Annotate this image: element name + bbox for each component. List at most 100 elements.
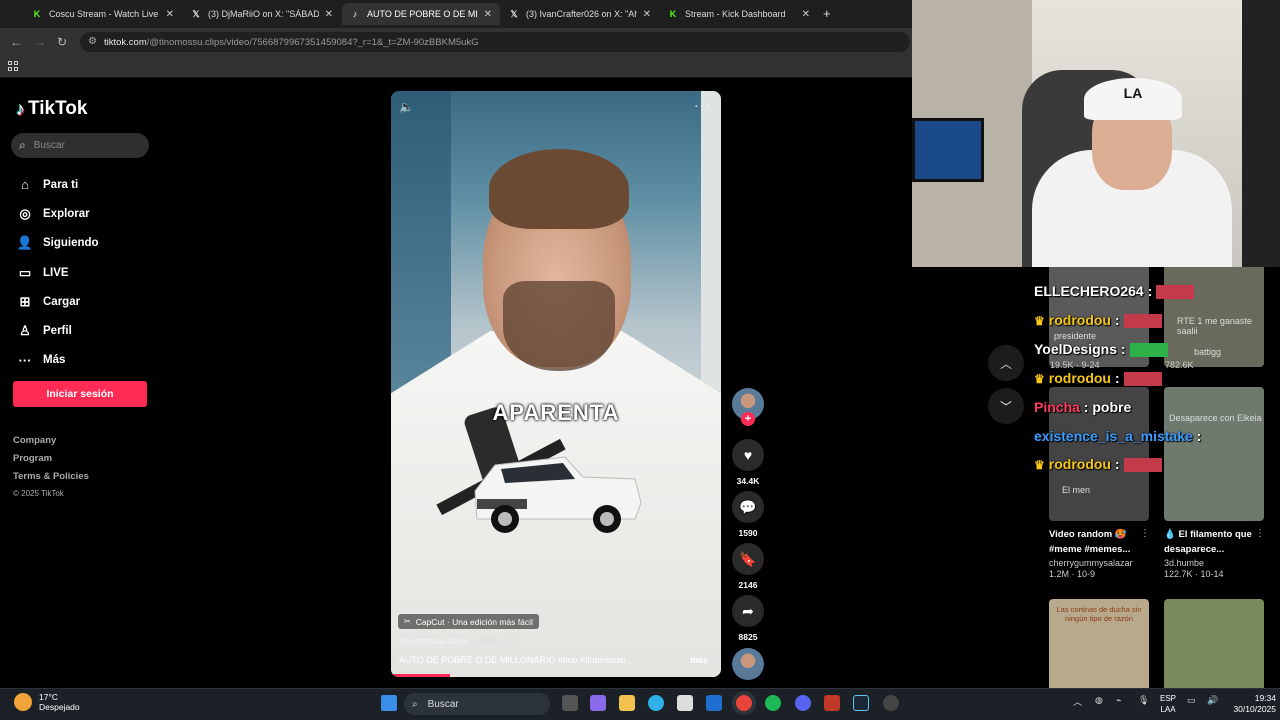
site-info-icon[interactable]: ⚙ <box>88 36 97 47</box>
chevron-up-icon[interactable]: ︿ <box>1073 695 1082 708</box>
microphone-icon[interactable]: 🎙 <box>1138 695 1149 706</box>
home-icon: ⌂ <box>21 177 29 193</box>
chat-message: ELLECHERO264 : <box>1034 283 1195 305</box>
sidebar-item-explorar[interactable]: ◎ Explorar <box>16 199 156 228</box>
taskbar-search[interactable]: ⌕ Buscar <box>404 693 550 715</box>
network-tray-icon[interactable]: ◍ <box>1095 695 1103 706</box>
obs-icon[interactable] <box>883 695 899 711</box>
chat-user: Pincha <box>1034 399 1080 415</box>
tab-2[interactable]: 𝕏 (3) DjMaRiiO on X: "SÁBADO 2 ✕ <box>183 3 341 25</box>
tiktok-note-icon: ♪ <box>16 98 25 119</box>
tab-3-active[interactable]: ♪ AUTO DE POBRE O DE MILLON ✕ <box>342 3 500 25</box>
store-icon[interactable] <box>677 695 693 711</box>
follow-plus-icon[interactable]: + <box>741 412 755 426</box>
close-icon[interactable]: ✕ <box>484 9 492 20</box>
webcam-cap: LA <box>1084 78 1182 120</box>
chrome-icon[interactable] <box>736 695 752 711</box>
tab-5[interactable]: K Stream - Kick Dashboard ✕ <box>660 3 818 25</box>
tab-4[interactable]: 𝕏 (3) IvanCrafter026 on X: "Ah bu ✕ <box>501 3 659 25</box>
login-button[interactable]: Iniciar sesión <box>13 381 147 407</box>
save-count: 2146 <box>738 580 758 590</box>
footer-link-terms[interactable]: Terms & Policies <box>13 471 89 489</box>
sidebar-item-mas[interactable]: ··· Más <box>16 346 156 375</box>
more-options-icon[interactable]: ⋮ <box>1255 528 1265 539</box>
apps-grid-icon[interactable] <box>8 61 18 71</box>
more-options-icon[interactable]: ··· <box>694 97 711 113</box>
save-button[interactable]: 🔖 2146 <box>732 543 764 590</box>
volume-icon[interactable]: 🔈 <box>399 100 414 114</box>
wifi-off-icon[interactable]: ⌁ <box>1116 695 1121 706</box>
more-options-icon[interactable]: ⋮ <box>1140 528 1150 539</box>
next-video-button[interactable]: ﹀ <box>988 388 1024 424</box>
app-icon[interactable] <box>824 695 840 711</box>
footer-link-program[interactable]: Program <box>13 453 89 471</box>
edge-icon[interactable] <box>648 695 664 711</box>
sidebar-item-perfil[interactable]: ♙ Perfil <box>16 316 156 345</box>
chat-message: existence_is_a_mistake : <box>1034 428 1202 444</box>
file-explorer-icon[interactable] <box>619 695 635 711</box>
close-icon[interactable]: ✕ <box>643 9 651 20</box>
author-avatar-button[interactable]: + <box>732 388 764 432</box>
copilot-icon[interactable] <box>590 695 606 711</box>
crown-icon: ♛ <box>1034 314 1045 328</box>
capcut-badge[interactable]: ✂ CapCut · Una edición más fácil <box>398 614 539 629</box>
footer-link-company[interactable]: Company <box>13 435 89 453</box>
profile-icon: ♙ <box>19 323 31 339</box>
post-time: · Hace 17 h <box>470 636 517 646</box>
video-user: cherrygummysalazar <box>1049 558 1133 568</box>
more-link[interactable]: más <box>690 655 708 665</box>
previous-video-button[interactable]: ︿ <box>988 345 1024 381</box>
video-user: 3d.humbe <box>1164 558 1205 568</box>
comment-button[interactable]: 💬 1590 <box>732 491 764 538</box>
nav-label: Perfil <box>43 325 72 338</box>
task-view-icon[interactable] <box>562 695 578 711</box>
system-clock[interactable]: 19:34 30/10/2025 <box>1224 693 1276 715</box>
reload-icon[interactable]: ↻ <box>57 35 67 49</box>
tab-1[interactable]: K Coscu Stream - Watch Live on K ✕ <box>24 3 182 25</box>
windows-taskbar <box>0 688 1280 720</box>
sidebar-item-siguiendo[interactable]: 👤 Siguiendo <box>16 229 156 258</box>
like-button[interactable]: ♥ 34.4K <box>732 439 764 486</box>
video-overlay-text: APARENTA <box>492 400 620 425</box>
close-icon[interactable]: ✕ <box>325 9 333 20</box>
close-icon[interactable]: ✕ <box>802 9 810 20</box>
discord-icon[interactable] <box>795 695 811 711</box>
tiktok-logo[interactable]: ♪ TikTok <box>16 98 87 120</box>
video-person-beard <box>503 281 615 371</box>
weather-widget[interactable]: 17°C Despejado <box>14 692 80 712</box>
music-avatar-button[interactable] <box>732 648 764 680</box>
windows-start-icon[interactable] <box>381 695 397 711</box>
share-button[interactable]: ➦ 8825 <box>732 595 764 642</box>
video-progress-bar[interactable] <box>391 674 451 677</box>
back-icon[interactable]: ← <box>10 35 22 49</box>
tab-title: (3) IvanCrafter026 on X: "Ah bu <box>526 9 637 19</box>
search-input[interactable]: ⌕ Buscar <box>11 133 149 158</box>
outlook-icon[interactable] <box>706 695 722 711</box>
sidebar-item-live[interactable]: ▭ LIVE <box>16 258 156 287</box>
steam-icon[interactable] <box>853 695 869 711</box>
close-icon[interactable]: ✕ <box>166 9 174 20</box>
speaker-icon[interactable]: ▭ <box>1187 695 1196 706</box>
url-field[interactable]: ⚙ tiktok.com/@tinomossu.clips/video/7566… <box>80 32 910 52</box>
copyright: © 2025 TikTok <box>13 489 64 498</box>
thumbnail-caption: RTE 1 me ganaste saalii <box>1177 316 1252 336</box>
chat-user: YoelDesigns <box>1034 341 1117 357</box>
new-tab-button[interactable]: + <box>823 6 831 21</box>
crown-icon: ♛ <box>1034 458 1045 472</box>
spotify-icon[interactable] <box>765 695 781 711</box>
sidebar-item-para-ti[interactable]: ⌂ Para ti <box>16 170 156 199</box>
share-count: 8825 <box>738 632 758 642</box>
tab-title: Coscu Stream - Watch Live on K <box>49 9 160 19</box>
sidebar-footer: Company Program Terms & Policies © 2025 … <box>13 435 89 507</box>
capcut-icon: ✂ <box>404 617 411 626</box>
video-thumbnail[interactable] <box>1164 387 1264 521</box>
video-thumbnail[interactable] <box>1164 599 1264 688</box>
url-path: /@tinomossu.clips/video/7566879967351459… <box>146 36 479 48</box>
sidebar-item-cargar[interactable]: ⊞ Cargar <box>16 287 156 316</box>
volume-icon[interactable]: 🔊 <box>1207 695 1218 706</box>
more-icon: ··· <box>18 352 32 368</box>
forward-icon[interactable]: → <box>34 35 46 49</box>
video-author[interactable]: tinomossu.clips · Hace 17 h <box>399 636 517 646</box>
language-indicator[interactable]: ESP LAA <box>1160 693 1176 715</box>
video-player[interactable]: APARENTA 🔈 ··· ✂ CapCut · Una edición má… <box>391 91 721 677</box>
